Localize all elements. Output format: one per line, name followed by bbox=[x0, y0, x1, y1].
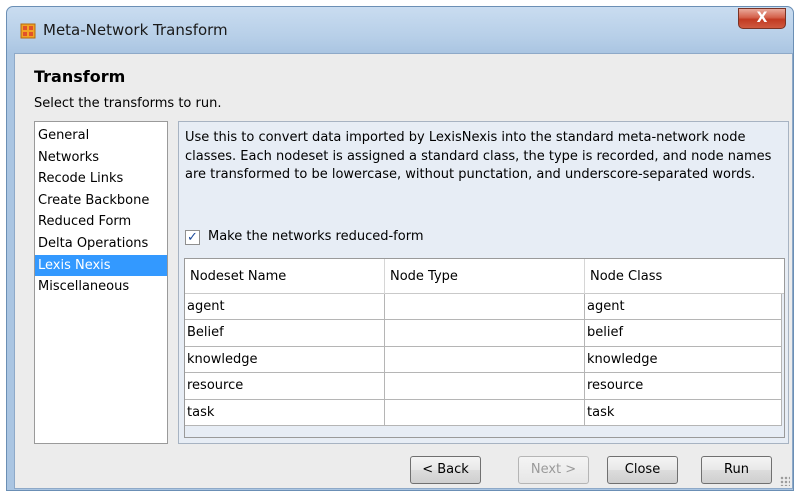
node-type-cell[interactable] bbox=[385, 346, 585, 374]
title-bar[interactable]: Meta-Network Transform X bbox=[7, 7, 793, 53]
dialog-button-bar: < Back Next > Close Run bbox=[15, 452, 792, 486]
nodeset-name-cell[interactable]: resource bbox=[185, 373, 385, 400]
checkmark-icon: ✓ bbox=[187, 230, 198, 245]
reduced-form-checkbox[interactable]: ✓ bbox=[185, 230, 200, 245]
node-class-cell[interactable]: task bbox=[585, 399, 782, 426]
grid-app-icon bbox=[20, 23, 36, 39]
node-class-cell[interactable]: resource bbox=[585, 373, 782, 400]
transform-options-panel: Use this to convert data imported by Lex… bbox=[178, 121, 789, 444]
transform-item-delta-operations[interactable]: Delta Operations bbox=[35, 233, 167, 255]
column-header-nodeset-name[interactable]: Nodeset Name bbox=[185, 259, 385, 294]
table-row[interactable]: Belief belief bbox=[185, 320, 782, 347]
nodeset-name-cell[interactable]: knowledge bbox=[185, 346, 385, 374]
back-button[interactable]: < Back bbox=[410, 456, 481, 484]
page-title: Transform bbox=[34, 67, 126, 86]
transform-item-reduced-form[interactable]: Reduced Form bbox=[35, 211, 167, 233]
table-header: Nodeset Name Node Type Node Class bbox=[185, 259, 784, 294]
table-row[interactable]: agent agent bbox=[185, 294, 782, 321]
transform-item-miscellaneous[interactable]: Miscellaneous bbox=[35, 276, 167, 298]
table-row[interactable]: resource resource bbox=[185, 373, 782, 400]
node-class-cell[interactable]: agent bbox=[585, 294, 782, 321]
column-header-node-class[interactable]: Node Class bbox=[585, 259, 784, 294]
meta-network-transform-window: Meta-Network Transform X Transform Selec… bbox=[6, 6, 794, 491]
node-type-cell[interactable] bbox=[385, 373, 585, 400]
resize-grip-icon[interactable] bbox=[780, 476, 790, 486]
node-type-cell[interactable] bbox=[385, 320, 585, 347]
transform-description: Use this to convert data imported by Lex… bbox=[185, 130, 772, 182]
node-type-cell[interactable] bbox=[385, 399, 585, 426]
reduced-form-label[interactable]: Make the networks reduced-form bbox=[208, 229, 424, 244]
transform-item-networks[interactable]: Networks bbox=[35, 147, 167, 169]
next-button[interactable]: Next > bbox=[518, 456, 589, 484]
window-title: Meta-Network Transform bbox=[43, 21, 228, 39]
run-button[interactable]: Run bbox=[701, 456, 772, 484]
transform-item-create-backbone[interactable]: Create Backbone bbox=[35, 190, 167, 212]
transform-list[interactable]: General Networks Recode Links Create Bac… bbox=[34, 121, 168, 444]
transform-item-lexis-nexis[interactable]: Lexis Nexis bbox=[35, 254, 167, 277]
close-window-button[interactable]: X bbox=[738, 8, 786, 29]
nodeset-name-cell[interactable]: Belief bbox=[185, 320, 385, 347]
table-row[interactable]: knowledge knowledge bbox=[185, 346, 782, 374]
nodeset-name-cell[interactable]: task bbox=[185, 399, 385, 426]
close-button[interactable]: Close bbox=[607, 456, 678, 484]
node-class-cell[interactable]: belief bbox=[585, 320, 782, 347]
nodeset-name-cell[interactable]: agent bbox=[185, 294, 385, 321]
node-type-cell[interactable] bbox=[385, 294, 585, 321]
table-row[interactable]: task task bbox=[185, 399, 782, 426]
page-subtitle: Select the transforms to run. bbox=[34, 96, 222, 111]
node-class-cell[interactable]: knowledge bbox=[585, 346, 782, 374]
table-body: agent agent Belief belief knowledge know… bbox=[185, 294, 782, 426]
transform-item-recode-links[interactable]: Recode Links bbox=[35, 168, 167, 190]
dialog-body: Transform Select the transforms to run. … bbox=[14, 53, 793, 489]
nodeset-table: Nodeset Name Node Type Node Class agent … bbox=[184, 258, 785, 438]
transform-item-general[interactable]: General bbox=[35, 125, 167, 147]
column-header-node-type[interactable]: Node Type bbox=[385, 259, 585, 294]
